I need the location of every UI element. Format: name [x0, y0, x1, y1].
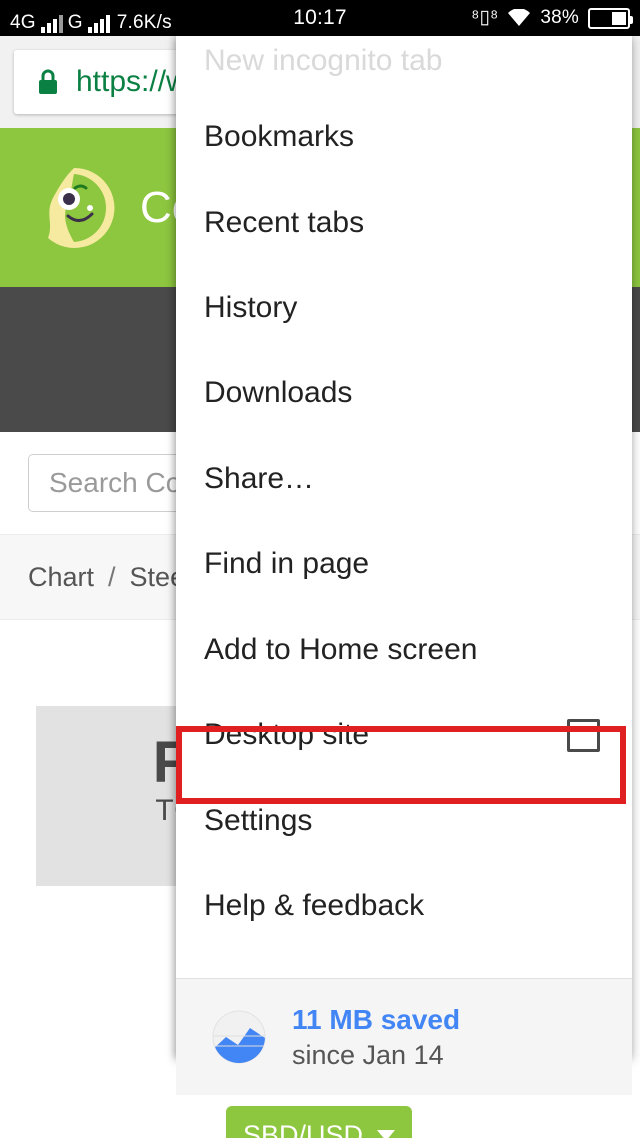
chevron-down-icon [377, 1129, 396, 1138]
menu-item-label: Add to Home screen [204, 633, 478, 666]
menu-item-downloads[interactable]: Downloads [176, 350, 632, 436]
lock-icon [36, 68, 60, 96]
menu-item-history[interactable]: History [176, 265, 632, 351]
data-saver-chart-icon [212, 1010, 266, 1064]
phone-screen: 4G G 7.6K/s 10:17 ⁸▯⁸ 38% https://w Sear… [0, 0, 640, 1138]
menu-item-label: Settings [204, 804, 313, 837]
data-saver-text: 11 MB saved since Jan 14 [292, 1004, 460, 1071]
breadcrumb-root[interactable]: Chart [28, 562, 94, 593]
menu-item-add-to-home-screen[interactable]: Add to Home screen [176, 607, 632, 693]
wifi-icon [507, 9, 531, 27]
menu-item-label: Help & feedback [204, 889, 425, 922]
currency-pair-label: SBD/USD [242, 1119, 364, 1138]
menu-item-share[interactable]: Share… [176, 436, 632, 522]
status-bar: 4G G 7.6K/s 10:17 ⁸▯⁸ 38% [0, 0, 640, 36]
vibrate-icon: ⁸▯⁸ [471, 7, 499, 28]
menu-item-label: Downloads [204, 376, 353, 409]
menu-item-label: History [204, 291, 298, 324]
battery-percent-label: 38% [540, 7, 579, 28]
menu-item-recent-tabs[interactable]: Recent tabs [176, 180, 632, 266]
menu-item-label: Bookmarks [204, 120, 355, 153]
menu-items-list: New incognito tab Bookmarks Recent tabs … [176, 36, 632, 945]
menu-item-label: Share… [204, 462, 315, 495]
menu-item-label: Recent tabs [204, 206, 365, 239]
menu-item-bookmarks[interactable]: Bookmarks [176, 94, 632, 180]
menu-item-find-in-page[interactable]: Find in page [176, 521, 632, 607]
data-saved-since: since Jan 14 [292, 1039, 444, 1070]
url-text: https://w [76, 65, 188, 98]
data-saver-footer[interactable]: 11 MB saved since Jan 14 [176, 979, 632, 1095]
data-saved-amount: 11 MB saved [292, 1003, 461, 1035]
menu-item-label: Find in page [204, 547, 370, 580]
currency-pair-dropdown[interactable]: SBD/USD [226, 1106, 412, 1138]
breadcrumb-separator: / [108, 561, 116, 592]
status-bar-right: ⁸▯⁸ 38% [471, 0, 633, 36]
menu-item-help-and-feedback[interactable]: Help & feedback [176, 863, 632, 945]
gecko-logo-icon [28, 162, 120, 254]
battery-icon [588, 7, 633, 29]
menu-item-settings[interactable]: Settings [176, 778, 632, 864]
menu-item-label: New incognito tab [204, 44, 443, 77]
browser-menu: New incognito tab Bookmarks Recent tabs … [176, 36, 632, 1095]
